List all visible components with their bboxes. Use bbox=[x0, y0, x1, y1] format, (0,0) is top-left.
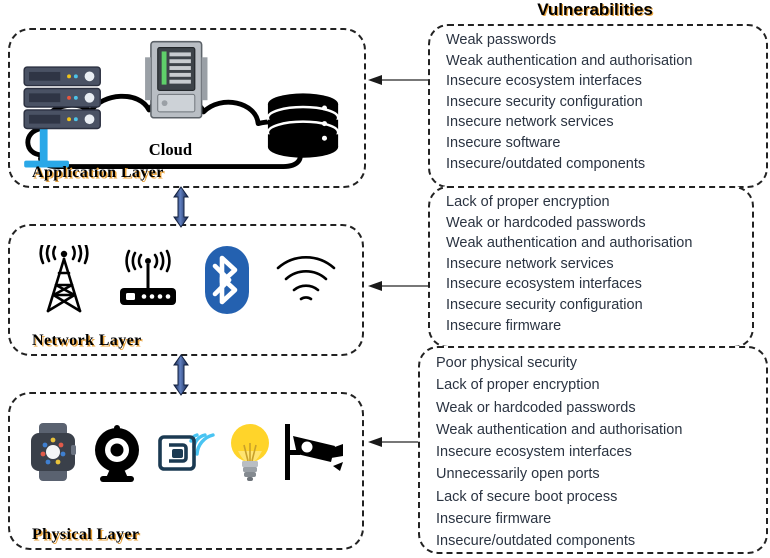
layer-panel-application: Cloud Cloud Application Layer bbox=[8, 28, 366, 188]
wifi-icon bbox=[276, 256, 336, 301]
vulnerability-item: Weak authentication and authorisation bbox=[446, 52, 693, 69]
layer-panel-physical: Physical Layer bbox=[8, 392, 364, 550]
vulnerability-item: Lack of secure boot process bbox=[436, 488, 618, 505]
vulnerability-item: Unnecessarily open ports bbox=[436, 466, 600, 483]
bluetooth-icon bbox=[205, 246, 250, 314]
arrow-to-network-layer bbox=[368, 281, 430, 291]
vulnerability-item: Weak or hardcoded passwords bbox=[446, 214, 646, 231]
vulnerability-item: Poor physical security bbox=[436, 355, 578, 371]
vulnerability-item: Insecure network services bbox=[446, 255, 614, 272]
router-icon bbox=[119, 249, 176, 305]
vulnerability-box-network: Lack of proper encryption Weak or hardco… bbox=[428, 186, 754, 348]
layer-label-network: Network Layer bbox=[32, 332, 142, 349]
tower-server-icon bbox=[145, 40, 208, 119]
vulnerability-box-application: Weak passwords Weak authentication and a… bbox=[428, 24, 768, 188]
vulnerability-item: Insecure ecosystem interfaces bbox=[446, 73, 642, 90]
vulnerability-item: Weak or hardcoded passwords bbox=[436, 399, 636, 416]
application-layer-artwork: Cloud Cloud bbox=[23, 40, 340, 169]
diagram-canvas: Cloud Cloud Application Layer bbox=[0, 0, 770, 558]
vulnerability-item: Insecure/outdated components bbox=[446, 155, 646, 172]
arrow-to-application-layer bbox=[368, 75, 430, 85]
vulnerability-box-physical: Poor physical security Lack of proper en… bbox=[418, 346, 768, 554]
cell-tower-icon bbox=[39, 245, 89, 313]
vulnerability-item: Insecure firmware bbox=[446, 317, 562, 334]
layer-panel-network: Network Layer bbox=[8, 224, 364, 356]
vulnerability-item: Insecure security configuration bbox=[446, 296, 643, 313]
vulnerability-item: Insecure software bbox=[446, 134, 561, 151]
vulnerabilities-heading: Vulnerabilities bbox=[537, 0, 653, 19]
database-icon bbox=[266, 93, 340, 158]
layer-label-application: Application Layer bbox=[32, 164, 164, 181]
vulnerability-item: Insecure network services bbox=[446, 114, 614, 131]
vulnerability-item: Weak authentication and authorisation bbox=[436, 421, 683, 438]
smart-bulb-icon bbox=[230, 424, 269, 481]
vulnerability-item: Lack of proper encryption bbox=[436, 377, 600, 394]
vulnerability-item: Weak passwords bbox=[446, 32, 557, 48]
arrow-to-physical-layer bbox=[368, 437, 422, 447]
webcam-icon bbox=[95, 425, 140, 482]
vulnerability-item: Insecure ecosystem interfaces bbox=[436, 444, 632, 461]
connector-app-network bbox=[173, 186, 189, 228]
vulnerability-item: Insecure firmware bbox=[436, 511, 552, 528]
vulnerability-item: Insecure/outdated components bbox=[436, 533, 636, 550]
vulnerability-item: Insecure security configuration bbox=[446, 93, 643, 110]
vulnerability-item: Weak authentication and authorisation bbox=[446, 235, 693, 252]
nfc-tag-icon bbox=[158, 433, 215, 471]
smartwatch-icon bbox=[30, 423, 76, 481]
connector-network-physical bbox=[173, 354, 189, 396]
vulnerability-item: Insecure ecosystem interfaces bbox=[446, 276, 642, 293]
cctv-camera-icon bbox=[285, 424, 344, 480]
vulnerability-item: Lack of proper encryption bbox=[446, 194, 610, 210]
layer-label-physical: Physical Layer bbox=[32, 526, 140, 543]
